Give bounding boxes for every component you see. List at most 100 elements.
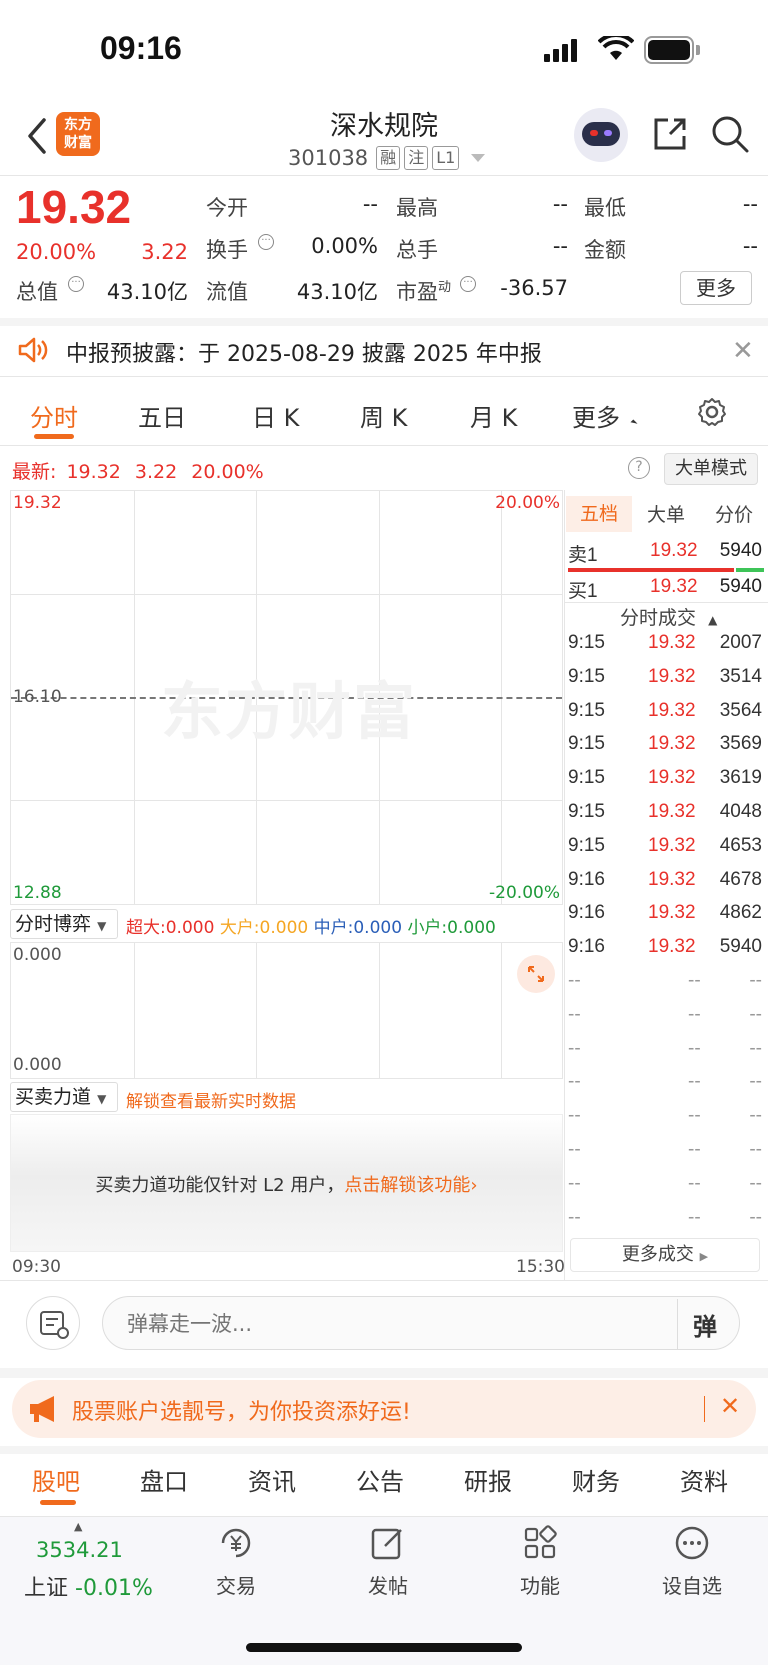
big-order-mode-button[interactable]: 大单模式 bbox=[664, 453, 758, 485]
change-percent: 20.00% bbox=[16, 240, 97, 264]
help-icon[interactable]: ? bbox=[628, 457, 650, 479]
game-bottom-value: 0.000 bbox=[13, 1055, 62, 1075]
nav-functions[interactable]: 功能 bbox=[480, 1524, 600, 1599]
time-end-label: 15:30 bbox=[516, 1257, 565, 1277]
search-icon bbox=[712, 116, 749, 153]
tab-orderbook[interactable]: 盘口 bbox=[140, 1462, 188, 1497]
mktcap-info-icon[interactable]: ··· bbox=[68, 276, 84, 292]
more-trades-button[interactable]: 更多成交 ▶ bbox=[570, 1238, 760, 1272]
index-change: -0.01% bbox=[75, 1576, 153, 1601]
trade-volume: -- bbox=[749, 1206, 762, 1228]
trade-volume: -- bbox=[749, 1037, 762, 1059]
trade-price: -- bbox=[688, 1105, 701, 1127]
bid-volume: 5940 bbox=[719, 576, 762, 597]
battery-icon bbox=[644, 36, 700, 64]
trade-price: 19.32 bbox=[648, 834, 696, 856]
ask-row: 卖1 19.32 5940 bbox=[568, 536, 764, 570]
tab-news[interactable]: 资讯 bbox=[248, 1462, 296, 1497]
search-button[interactable] bbox=[710, 114, 750, 158]
bid-price: 19.32 bbox=[650, 576, 698, 597]
orderbook-tab-level5[interactable]: 五档 bbox=[566, 496, 632, 532]
caret-down-icon bbox=[471, 154, 486, 162]
tab-finance[interactable]: 财务 bbox=[572, 1462, 620, 1497]
trade-volume: -- bbox=[749, 1003, 762, 1025]
price-chart[interactable]: 东方财富 19.32 20.00% 16.10 12.88 -20.00% bbox=[10, 490, 563, 905]
tab-weekly-k[interactable]: 周 K bbox=[360, 398, 407, 433]
low-label: 最低 bbox=[584, 196, 626, 220]
tab-forum[interactable]: 股吧 bbox=[32, 1462, 80, 1497]
nav-trade[interactable]: 交易 bbox=[176, 1524, 296, 1599]
danmaku-input-box[interactable]: 弹 bbox=[102, 1296, 740, 1350]
tab-research[interactable]: 研报 bbox=[464, 1462, 512, 1497]
danmaku-toggle[interactable]: 弹 bbox=[693, 1307, 717, 1342]
notice-text[interactable]: 中报预披露：于 2025-08-29 披露 2025 年中报 bbox=[66, 336, 542, 368]
trade-price: 19.32 bbox=[648, 665, 696, 687]
tab-announcements[interactable]: 公告 bbox=[356, 1462, 404, 1497]
stock-code-row[interactable]: 301038 融 注 L1 bbox=[288, 144, 486, 172]
trade-row: 9:15 19.32 2007 bbox=[568, 628, 764, 662]
promo-banner[interactable]: 股票账户选靓号，为你投资添好运! ✕ bbox=[12, 1380, 756, 1438]
index-value[interactable]: 3534.21 bbox=[36, 1538, 123, 1562]
notice-close-icon[interactable]: ✕ bbox=[732, 336, 754, 366]
chart-top-pct: 20.00% bbox=[495, 493, 560, 513]
home-indicator bbox=[246, 1643, 522, 1652]
index-name: 上证 bbox=[24, 1576, 69, 1601]
pe-info-icon[interactable]: ··· bbox=[460, 276, 476, 292]
danmaku-input[interactable] bbox=[127, 1309, 647, 1339]
promo-close-icon[interactable]: ✕ bbox=[720, 1392, 740, 1420]
expand-button[interactable] bbox=[517, 955, 555, 993]
trade-row: 9:15 19.32 3619 bbox=[568, 763, 764, 797]
power-selector[interactable]: 买卖力道 ▼ bbox=[10, 1082, 118, 1112]
tab-daily-k[interactable]: 日 K bbox=[252, 398, 299, 433]
trade-volume: 2007 bbox=[719, 632, 762, 653]
orderbook-tab-big[interactable]: 大单 bbox=[636, 500, 696, 527]
game-chart[interactable]: 0.000 0.000 bbox=[10, 942, 563, 1079]
trade-volume: 3569 bbox=[719, 733, 762, 755]
latest-price: 19.32 bbox=[66, 461, 121, 483]
trade-volume: 4862 bbox=[719, 902, 762, 924]
more-stats-button[interactable]: 更多 bbox=[680, 271, 752, 305]
index-row[interactable]: 上证 -0.01% bbox=[24, 1570, 153, 1602]
game-selector[interactable]: 分时博弈 ▼ bbox=[10, 909, 118, 939]
power-message-text: 买卖力道功能仅针对 L2 用户， bbox=[95, 1175, 345, 1196]
unlock-realtime-link[interactable]: 解锁查看最新实时数据 bbox=[126, 1087, 296, 1112]
caret-up-icon: ▲ bbox=[708, 613, 718, 627]
megaphone-icon bbox=[30, 1396, 54, 1422]
trade-volume: 5940 bbox=[719, 936, 762, 958]
unlock-feature-link[interactable]: 点击解锁该功能 bbox=[344, 1175, 470, 1196]
game-top-value: 0.000 bbox=[13, 945, 62, 965]
tab-profile[interactable]: 资料 bbox=[680, 1462, 728, 1497]
trade-time: 9:15 bbox=[568, 733, 605, 755]
mid-label: 中户:0.000 bbox=[313, 918, 403, 938]
trade-time: 9:16 bbox=[568, 936, 605, 958]
settings-button[interactable] bbox=[696, 396, 728, 432]
bid-label: 买1 bbox=[568, 581, 598, 602]
trade-price: -- bbox=[688, 1172, 701, 1194]
trade-row: -- -- -- bbox=[568, 1135, 764, 1169]
trade-time: 9:15 bbox=[568, 767, 605, 789]
trade-price: -- bbox=[688, 1139, 701, 1160]
tab-more[interactable]: 更多 bbox=[572, 398, 620, 433]
bottom-tab-indicator bbox=[40, 1500, 76, 1505]
trade-time: -- bbox=[568, 1139, 581, 1160]
nav-post-label: 发帖 bbox=[368, 1574, 408, 1598]
danmaku-settings-button[interactable] bbox=[26, 1296, 80, 1350]
edit-icon bbox=[371, 1528, 402, 1560]
share-button[interactable] bbox=[650, 114, 690, 158]
power-selector-label: 买卖力道 bbox=[15, 1086, 92, 1108]
trade-row: 9:15 19.32 4653 bbox=[568, 831, 764, 865]
tab-monthly-k[interactable]: 月 K bbox=[470, 398, 517, 433]
orderbook-tab-price[interactable]: 分价 bbox=[704, 500, 764, 527]
trades-title[interactable]: 分时成交 ▲ bbox=[620, 603, 717, 630]
tab-five-day[interactable]: 五日 bbox=[138, 398, 186, 433]
robot-assistant-avatar[interactable] bbox=[574, 108, 628, 162]
nav-post[interactable]: 发帖 bbox=[328, 1524, 448, 1599]
trade-time: -- bbox=[568, 1105, 581, 1127]
grid-icon bbox=[524, 1525, 557, 1559]
turnover-info-icon[interactable]: ··· bbox=[258, 234, 274, 250]
nav-watchlist[interactable]: 设自选 bbox=[632, 1524, 752, 1599]
trade-volume: -- bbox=[749, 1172, 762, 1194]
tab-intraday[interactable]: 分时 bbox=[30, 398, 78, 433]
chart-mid-price: 16.10 bbox=[13, 687, 62, 707]
trade-time: 9:15 bbox=[568, 699, 605, 721]
